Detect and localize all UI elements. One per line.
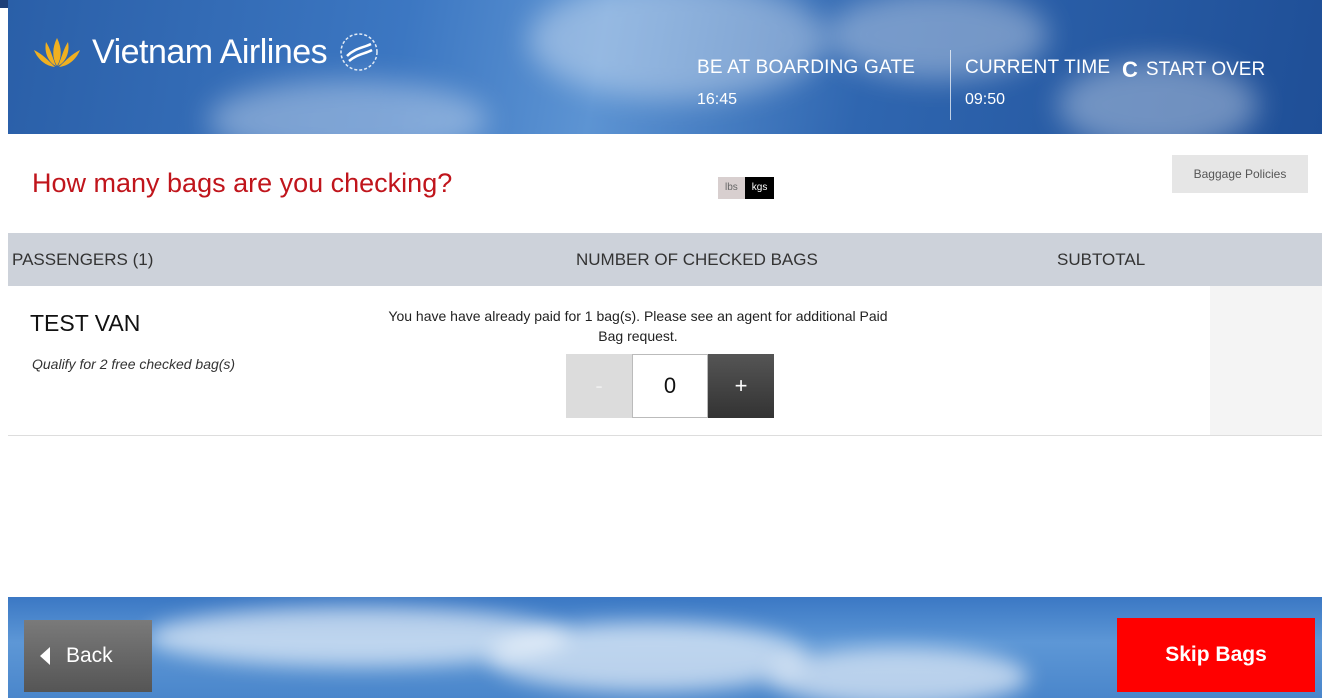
current-time-block: CURRENT TIME 09:50 bbox=[965, 57, 1110, 109]
col-checked-bags: NUMBER OF CHECKED BAGS bbox=[576, 250, 818, 269]
increase-bags-button[interactable]: + bbox=[708, 354, 774, 418]
skyteam-icon bbox=[340, 33, 378, 71]
lotus-icon bbox=[34, 38, 80, 67]
brand-name: Vietnam Airlines bbox=[92, 32, 328, 71]
airline-logo: Vietnam Airlines bbox=[28, 30, 381, 74]
unit-kgs-button[interactable]: kgs bbox=[744, 177, 775, 199]
back-button[interactable]: Back bbox=[24, 620, 152, 692]
header-divider bbox=[950, 50, 951, 120]
boarding-gate-time: 16:45 bbox=[697, 91, 738, 108]
decrease-bags-button[interactable]: - bbox=[566, 354, 632, 418]
free-bag-allowance: Qualify for 2 free checked bag(s) bbox=[32, 356, 236, 372]
passenger-row: TEST VAN Qualify for 2 free checked bag(… bbox=[8, 286, 1322, 436]
boarding-gate-label: BE AT BOARDING GATE bbox=[697, 57, 916, 78]
skip-bags-button[interactable]: Skip Bags bbox=[1117, 618, 1315, 692]
col-subtotal: SUBTOTAL bbox=[1057, 250, 1146, 269]
boarding-gate-block: BE AT BOARDING GATE 16:45 bbox=[697, 57, 915, 109]
current-time-value: 09:50 bbox=[965, 91, 1006, 108]
table-header: PASSENGERS (1) NUMBER OF CHECKED BAGS SU… bbox=[8, 233, 1322, 286]
cloud-decoration bbox=[768, 647, 1028, 698]
bag-count-value: 0 bbox=[632, 354, 708, 418]
back-arrow-icon bbox=[40, 647, 50, 665]
baggage-policies-button[interactable]: Baggage Policies bbox=[1172, 155, 1308, 193]
unit-toggle: lbs kgs bbox=[718, 177, 775, 199]
refresh-icon: C bbox=[1122, 57, 1138, 82]
cloud-decoration bbox=[208, 80, 488, 134]
unit-lbs-button[interactable]: lbs bbox=[718, 177, 745, 199]
page-title: How many bags are you checking? bbox=[32, 168, 453, 198]
start-over-button[interactable]: C START OVER bbox=[1122, 57, 1265, 83]
start-over-label: START OVER bbox=[1145, 59, 1266, 80]
subtotal-cell bbox=[1210, 286, 1322, 435]
paid-bag-message: You have have already paid for 1 bag(s).… bbox=[388, 308, 888, 344]
bag-quantity-stepper: - 0 + bbox=[566, 354, 774, 418]
col-passengers: PASSENGERS (1) bbox=[12, 250, 154, 269]
cloud-decoration bbox=[488, 622, 808, 692]
back-label: Back bbox=[66, 644, 113, 667]
passenger-name: TEST VAN bbox=[30, 310, 141, 336]
current-time-label: CURRENT TIME bbox=[965, 57, 1111, 78]
